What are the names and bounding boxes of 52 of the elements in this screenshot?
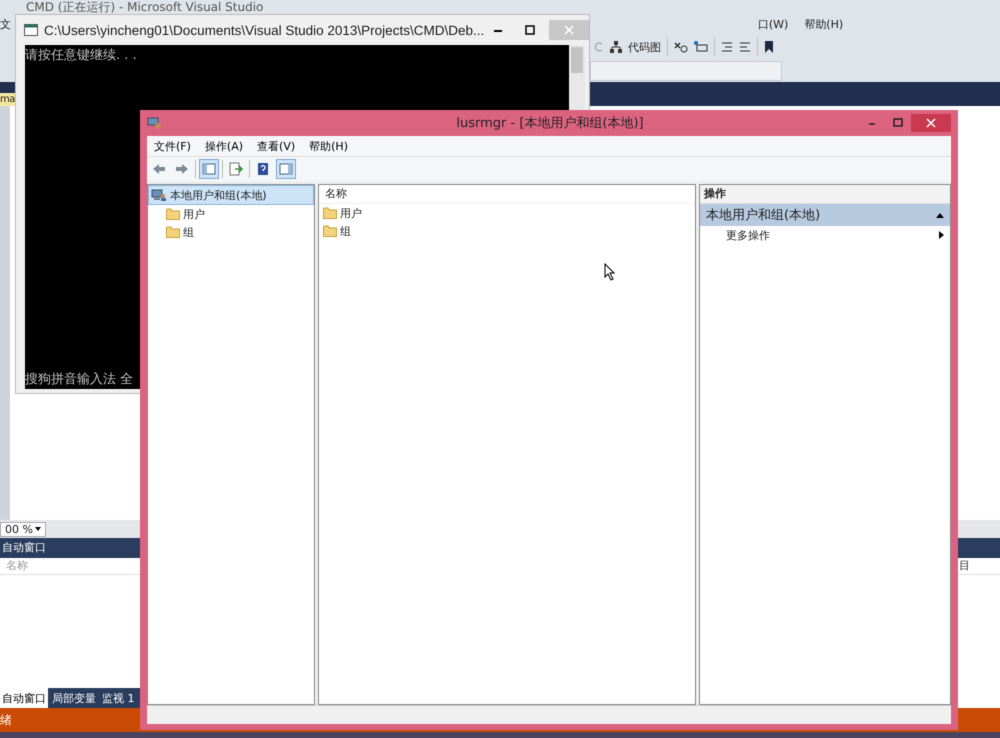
folder-icon — [323, 225, 337, 237]
menu-item[interactable]: 操作(A) — [204, 138, 244, 154]
section-title: 本地用户和组(本地) — [706, 207, 820, 224]
column-header[interactable]: 名称 — [319, 185, 695, 204]
action-pane-icon[interactable] — [276, 159, 296, 179]
scrollbar-thumb[interactable] — [571, 47, 583, 73]
collapse-icon[interactable] — [936, 212, 944, 218]
action-item[interactable]: 更多操作 — [700, 226, 950, 244]
tree-item[interactable]: 本地用户和组(本地) — [148, 185, 314, 205]
code-map-button[interactable]: 代码图 — [628, 40, 661, 54]
folder-icon — [323, 207, 337, 219]
close-button[interactable] — [911, 114, 951, 132]
arrow-icon — [939, 231, 944, 239]
folder-icon — [166, 208, 180, 220]
document-tab[interactable]: ma — [0, 93, 15, 106]
mouse-pointer-icon — [604, 263, 616, 281]
maximize-icon — [525, 25, 535, 35]
maximize-icon — [893, 118, 903, 128]
panel-tab[interactable]: 监视 1 — [100, 688, 136, 708]
close-icon — [564, 25, 574, 35]
toolbar-icon[interactable] — [674, 41, 688, 53]
caret-icon — [35, 527, 41, 531]
menu-item[interactable]: 帮助(H) — [309, 138, 348, 154]
dropdown-field[interactable] — [590, 61, 782, 81]
panel-tab[interactable]: 自动窗口 — [0, 688, 48, 708]
menu-item[interactable]: 查看(V) — [257, 138, 296, 154]
tree-item[interactable]: 组 — [164, 223, 314, 241]
list-item[interactable]: 组 — [319, 222, 695, 240]
app-icon — [147, 116, 161, 130]
bookmark-icon[interactable] — [764, 41, 774, 53]
zoom-dropdown[interactable]: 00 % — [0, 522, 46, 536]
window-title: CMD (正在运行) - Microsoft Visual Studio — [25, 0, 264, 14]
menu-item[interactable]: 文 — [0, 16, 11, 32]
tree-item[interactable]: 用户 — [164, 205, 314, 223]
window-title: lusrmgr - [本地用户和组(本地)] — [455, 115, 645, 132]
action-section-header[interactable]: 本地用户和组(本地) — [700, 204, 950, 226]
ime-status: 搜狗拼音输入法 全 — [25, 371, 134, 388]
tree-pane-icon[interactable] — [199, 159, 219, 179]
list-item[interactable]: 用户 — [319, 204, 695, 222]
console-text: 请按任意键继续. . . — [25, 47, 138, 64]
close-icon — [926, 118, 936, 128]
pane-header: 操作 — [700, 185, 950, 204]
diagram-icon — [610, 41, 622, 53]
outdent-icon[interactable] — [739, 41, 751, 53]
indent-icon[interactable] — [721, 41, 733, 53]
panel-tab[interactable]: 局部变量 — [50, 688, 98, 708]
menu-item[interactable]: 文件(F) — [154, 138, 191, 154]
console-icon — [24, 24, 38, 36]
folder-icon — [166, 226, 180, 238]
menu-item[interactable]: 帮助(H) — [804, 16, 844, 32]
computer-users-icon — [151, 188, 167, 202]
menu-item[interactable]: 口(W) — [758, 16, 788, 32]
